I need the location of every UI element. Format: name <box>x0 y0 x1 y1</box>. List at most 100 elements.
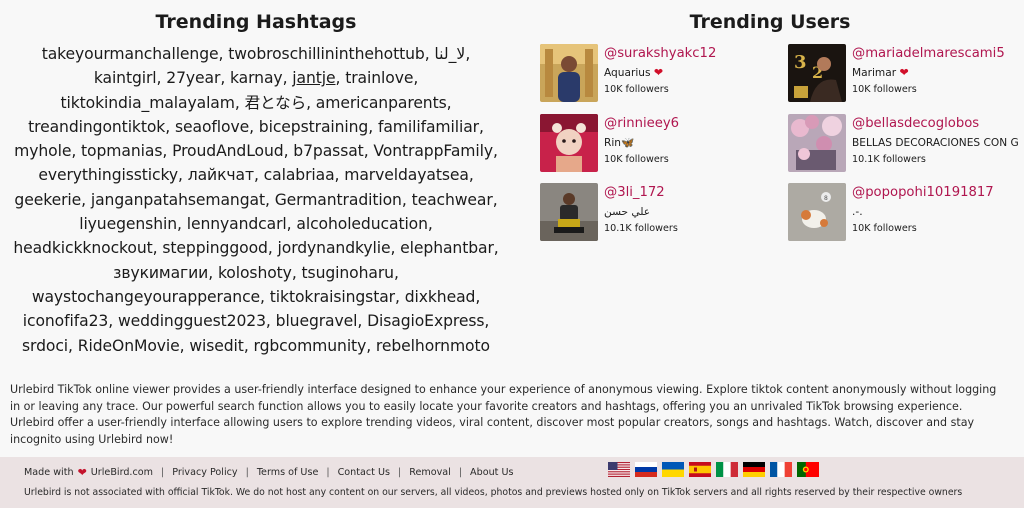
about-us-link[interactable]: About Us <box>470 467 513 478</box>
user-avatar[interactable] <box>540 44 598 102</box>
hashtag-link[interactable]: steppinggood <box>162 239 268 257</box>
hashtag-link[interactable]: alcoholeducation <box>296 215 428 233</box>
user-handle[interactable]: @mariadelmarescami5 <box>852 45 1024 63</box>
hashtag-link[interactable]: bicepstraining <box>259 118 369 136</box>
hashtag-link[interactable]: waystochangeyourapperance <box>32 288 260 306</box>
disclaimer-text: Urlebird is not associated with official… <box>24 487 963 498</box>
user-handle[interactable]: @3li_172 <box>604 184 780 202</box>
contact-us-link[interactable]: Contact Us <box>338 467 390 478</box>
hashtag-link[interactable]: iconofifa23 <box>23 312 109 330</box>
hashtag-link[interactable]: 27year <box>166 69 220 87</box>
hashtag-link[interactable]: liyuegenshin <box>79 215 177 233</box>
urlebird-link[interactable]: UrleBird.com <box>91 467 153 478</box>
user-info: @rinnieey6 Rin🦋 10K followers <box>604 115 780 167</box>
user-card[interactable]: @bellasdecoglobos BELLAS DECORACIONES CO… <box>788 114 1024 172</box>
hashtag-link[interactable]: tiktokindia_malayalam <box>60 94 234 112</box>
hashtag-link[interactable]: wisedit <box>189 337 244 355</box>
user-card[interactable]: @3li_172 علي حسن 10.1K followers <box>540 183 780 241</box>
removal-link[interactable]: Removal <box>409 467 451 478</box>
ru-flag-icon[interactable] <box>635 462 657 477</box>
hashtag-link[interactable]: лайкчат <box>188 166 254 184</box>
hashtag-separator: , <box>267 239 278 258</box>
footer: Made with ❤ UrleBird.com | Privacy Polic… <box>0 457 1024 508</box>
user-avatar[interactable] <box>788 114 846 172</box>
ua-flag-icon[interactable] <box>662 462 684 477</box>
hashtag-link[interactable]: звукимагии <box>113 264 208 282</box>
user-avatar-image: 8 <box>788 183 846 241</box>
user-avatar-image <box>540 114 598 172</box>
fr-flag-icon[interactable] <box>770 462 792 477</box>
hashtag-link[interactable]: geekerie <box>14 191 81 209</box>
hashtag-link[interactable]: ProudAndLoud <box>172 142 284 160</box>
hashtag-link[interactable]: twobroschillininthehottub <box>228 45 425 63</box>
hashtag-link[interactable]: rebelhornmoto <box>376 337 490 355</box>
hashtag-link[interactable]: srdoci <box>22 337 68 355</box>
hashtag-link[interactable]: لا_لنا <box>434 45 465 63</box>
hashtag-link[interactable]: b7passat <box>293 142 364 160</box>
hashtag-link[interactable]: marveldayatsea <box>344 166 469 184</box>
hashtag-separator: , <box>475 287 481 306</box>
hashtag-separator: , <box>357 312 368 331</box>
user-avatar[interactable] <box>540 114 598 172</box>
hashtag-separator: , <box>366 336 376 355</box>
hashtag-link[interactable]: DisagioExpress <box>367 312 484 330</box>
hashtag-link[interactable]: myhole <box>14 142 71 160</box>
hashtag-separator: , <box>81 190 91 209</box>
us-flag-icon[interactable] <box>608 462 630 477</box>
hashtag-link[interactable]: Germantradition <box>275 191 402 209</box>
user-nickname: Marimar ❤ <box>852 66 909 79</box>
hashtag-link[interactable]: kaintgirl <box>94 69 157 87</box>
hashtag-link[interactable]: everythingissticky <box>38 166 178 184</box>
hashtag-link[interactable]: 君となら <box>245 94 307 112</box>
hashtag-link[interactable]: weddingguest2023 <box>118 312 266 330</box>
de-flag-icon[interactable] <box>743 462 765 477</box>
hashtag-link[interactable]: koloshoty <box>218 264 292 282</box>
it-flag-icon[interactable] <box>716 462 738 477</box>
hashtag-link[interactable]: elephantbar <box>400 239 494 257</box>
hashtag-link[interactable]: jordynandkylie <box>278 239 391 257</box>
hashtag-link[interactable]: jantje <box>292 69 335 87</box>
hashtag-link[interactable]: rgbcommunity <box>254 337 367 355</box>
hashtag-link[interactable]: seaoflove <box>175 118 249 136</box>
hashtag-link[interactable]: dixkhead <box>405 288 476 306</box>
hashtag-link[interactable]: bluegravel <box>276 312 358 330</box>
user-card[interactable]: 3 2 @mariadelmarescami5 Marimar ❤ 10K fo… <box>788 44 1024 102</box>
hashtag-link[interactable]: RideOnMovie <box>78 337 180 355</box>
hashtag-link[interactable]: takeyourmanchallenge <box>42 45 219 63</box>
hashtag-link[interactable]: janganpatahsemangat <box>91 191 265 209</box>
hashtags-title: Trending Hashtags <box>155 11 357 33</box>
terms-of-use-link[interactable]: Terms of Use <box>257 467 319 478</box>
hashtag-link[interactable]: calabriaa <box>264 166 335 184</box>
hashtag-link[interactable]: familifamiliar <box>378 118 479 136</box>
hashtag-cloud: takeyourmanchallenge, twobroschillininth… <box>8 42 504 358</box>
user-handle[interactable]: @rinnieey6 <box>604 115 780 133</box>
user-handle[interactable]: @bellasdecoglobos <box>852 115 1024 133</box>
hashtag-link[interactable]: VontrappFamily <box>373 142 493 160</box>
hashtag-link[interactable]: karnay <box>230 69 283 87</box>
hashtag-link[interactable]: treandingontiktok <box>28 118 165 136</box>
user-card[interactable]: 8 @popopohi10191817 .-. 10K followers <box>788 183 1024 241</box>
user-avatar-image <box>540 44 598 102</box>
pt-flag-icon[interactable] <box>797 462 819 477</box>
user-card[interactable]: @surakshyakc12 Aquarius ❤ 10K followers <box>540 44 780 102</box>
user-card[interactable]: @rinnieey6 Rin🦋 10K followers <box>540 114 780 172</box>
hashtag-link[interactable]: tsuginoharu <box>302 264 395 282</box>
user-avatar[interactable] <box>540 183 598 241</box>
hashtag-separator: , <box>424 45 435 63</box>
user-handle[interactable]: @popopohi10191817 <box>852 184 1024 202</box>
hashtag-link[interactable]: americanparents <box>316 94 447 112</box>
hashtag-link[interactable]: topmanias <box>81 142 162 160</box>
user-avatar[interactable]: 8 <box>788 183 846 241</box>
hashtag-separator: , <box>108 312 118 331</box>
hashtag-link[interactable]: trainlove <box>345 69 413 87</box>
user-handle[interactable]: @surakshyakc12 <box>604 45 780 63</box>
hashtag-link[interactable]: tiktokraisingstar <box>270 288 395 306</box>
hashtag-link[interactable]: lennyandcarl <box>187 215 287 233</box>
heart-icon: ❤ <box>899 66 909 79</box>
hashtag-link[interactable]: headkickknockout <box>13 239 152 257</box>
hashtag-link[interactable]: teachwear <box>412 191 493 209</box>
es-flag-icon[interactable] <box>689 462 711 477</box>
user-avatar-image: 3 2 <box>788 44 846 102</box>
privacy-policy-link[interactable]: Privacy Policy <box>172 467 237 478</box>
user-avatar[interactable]: 3 2 <box>788 44 846 102</box>
